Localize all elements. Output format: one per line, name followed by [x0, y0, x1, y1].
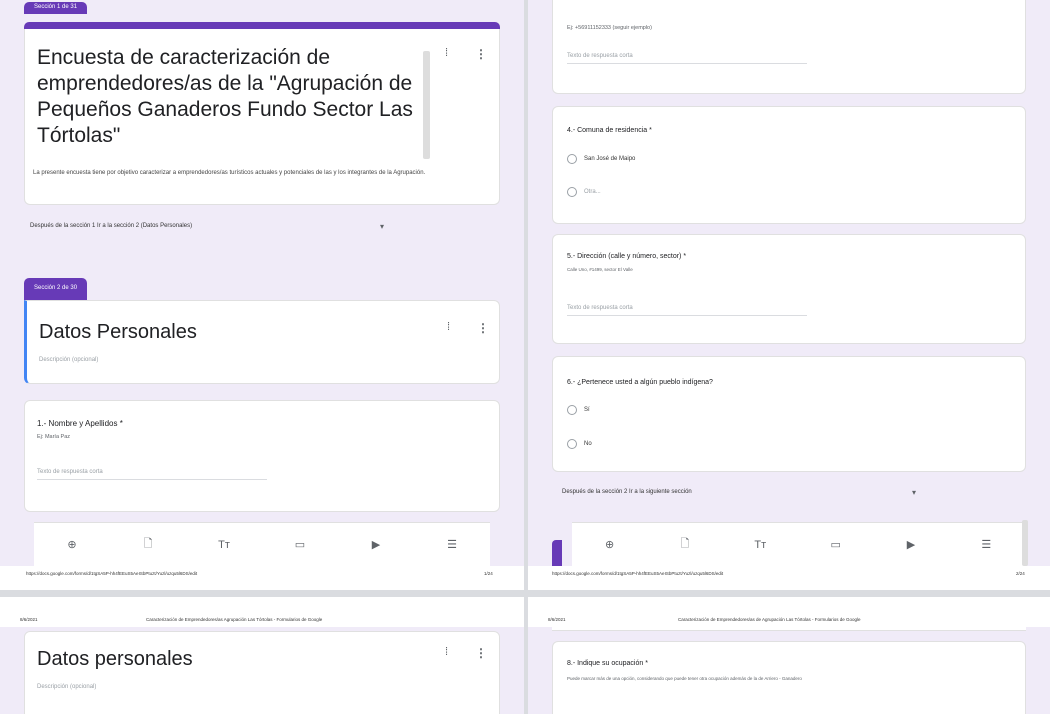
add-video-icon[interactable]: ▶	[367, 538, 385, 551]
print-page-header: Caracterización de Emprendedores/as Agru…	[146, 617, 323, 622]
option-otra[interactable]: Otra...	[567, 187, 601, 197]
form-title[interactable]: Encuesta de caracterización de emprended…	[37, 45, 427, 149]
page-number: 2/24	[1016, 571, 1025, 576]
option-no[interactable]: No	[567, 439, 592, 449]
radio-button[interactable]	[567, 439, 577, 449]
vertical-divider	[524, 0, 528, 714]
print-date: 8/6/2021	[20, 617, 38, 622]
page-3-screenshot: 8/6/2021 Caracterización de Emprendedore…	[0, 597, 524, 714]
question-6-label: 6.- ¿Pertenece usted a algún pueblo indí…	[567, 379, 713, 386]
page-4-screenshot: 8/6/2021 Caracterización de Emprendedore…	[528, 597, 1050, 714]
after-section-1-navigation: Después de la sección 1 Ir a la sección …	[30, 223, 193, 229]
question-card-8[interactable]: 8.- Indique su ocupación * Puede marcar …	[552, 641, 1026, 714]
page-2-screenshot: Ej: +56911152333 (seguir ejemplo) Texto …	[528, 0, 1050, 590]
radio-button[interactable]	[567, 187, 577, 197]
drag-handle-icon[interactable]: ⁞	[447, 321, 450, 333]
print-footer	[0, 566, 524, 590]
add-title-icon[interactable]: Tт	[751, 539, 769, 551]
more-options-icon[interactable]: ⋮	[475, 646, 487, 660]
section-description[interactable]: Descripción (opcional)	[37, 684, 96, 690]
section-header-card[interactable]: Datos personales Descripción (opcional) …	[24, 631, 500, 714]
question-8-hint: Puede marcar más de una opción, consider…	[567, 676, 802, 681]
form-description[interactable]: La presente encuesta tiene por objetivo …	[33, 169, 493, 177]
page-1-screenshot: Sección 1 de 31 Encuesta de caracterizac…	[0, 0, 524, 590]
page-url: https://docs.google.com/forms/d/1tgSA5P-…	[552, 571, 724, 576]
add-image-icon[interactable]: ▭	[291, 538, 309, 551]
question-card-5[interactable]: 5.- Dirección (calle y número, sector) *…	[552, 234, 1026, 344]
section-title[interactable]: Datos personales	[37, 648, 193, 671]
page-scrollbar[interactable]	[1022, 520, 1028, 566]
page-url: https://docs.google.com/forms/d/1tgSA5P-…	[26, 571, 198, 576]
title-scrollbar[interactable]	[423, 51, 430, 159]
more-options-icon[interactable]: ⋮	[477, 321, 489, 335]
option-san-jose-de-maipo[interactable]: San José de Maipo	[567, 154, 635, 164]
radio-button[interactable]	[567, 405, 577, 415]
question-1-hint: Ej: María Paz	[37, 434, 71, 440]
after-section-2-navigation: Después de la sección 2 Ir a la siguient…	[562, 489, 692, 495]
question-3-hint: Ej: +56911152333 (seguir ejemplo)	[567, 25, 652, 31]
section-1-tab: Sección 1 de 31	[24, 2, 88, 14]
section-2-description[interactable]: Descripción (opcional)	[39, 357, 98, 363]
section-2-title[interactable]: Datos Personales	[39, 321, 197, 344]
question-3-answer-field[interactable]: Texto de respuesta corta	[567, 53, 807, 64]
add-section-icon[interactable]: ☰	[977, 538, 995, 551]
section-3-tab-stub	[552, 540, 562, 566]
add-title-icon[interactable]: Tт	[215, 539, 233, 551]
previous-card-edge	[552, 627, 1026, 631]
add-items-toolbar: ⊕ 🗋 Tт ▭ ▶ ☰	[34, 522, 490, 566]
chevron-down-icon[interactable]: ▾	[380, 222, 384, 231]
question-4-label: 4.- Comuna de residencia *	[567, 127, 652, 134]
print-footer	[528, 566, 1050, 590]
import-questions-icon[interactable]: 🗋	[676, 535, 694, 554]
page-number: 1/24	[484, 571, 493, 576]
option-si[interactable]: Sí	[567, 405, 590, 415]
add-image-icon[interactable]: ▭	[827, 538, 845, 551]
add-items-toolbar: ⊕ 🗋 Tт ▭ ▶ ☰	[572, 522, 1024, 566]
question-1-label: 1.- Nombre y Apellidos *	[37, 419, 123, 428]
question-8-label: 8.- Indique su ocupación *	[567, 660, 648, 667]
chevron-down-icon[interactable]: ▾	[912, 488, 916, 497]
radio-button[interactable]	[567, 154, 577, 164]
question-5-label: 5.- Dirección (calle y número, sector) *	[567, 253, 687, 260]
question-1-answer-field[interactable]: Texto de respuesta corta	[37, 469, 267, 480]
question-card-1[interactable]: 1.- Nombre y Apellidos * Ej: María Paz T…	[24, 400, 500, 512]
question-card-6[interactable]: 6.- ¿Pertenece usted a algún pueblo indí…	[552, 356, 1026, 472]
drag-handle-icon[interactable]: ⁞	[445, 646, 448, 658]
print-page-header: Caracterización de Emprendedores/as de A…	[678, 617, 861, 622]
add-section-icon[interactable]: ☰	[443, 538, 461, 551]
add-video-icon[interactable]: ▶	[902, 538, 920, 551]
more-options-icon[interactable]: ⋮	[475, 47, 487, 61]
drag-handle-icon[interactable]: ⁞	[445, 47, 448, 59]
question-card-4[interactable]: 4.- Comuna de residencia * San José de M…	[552, 106, 1026, 224]
add-question-icon[interactable]: ⊕	[63, 538, 81, 551]
print-date: 8/6/2021	[548, 617, 566, 622]
add-question-icon[interactable]: ⊕	[601, 538, 619, 551]
section-2-header-card[interactable]: Datos Personales Descripción (opcional) …	[24, 300, 500, 384]
question-5-answer-field[interactable]: Texto de respuesta corta	[567, 305, 807, 316]
section-2-tab: Sección 2 de 30	[24, 278, 88, 300]
horizontal-divider	[0, 590, 1050, 597]
form-header-card[interactable]: Encuesta de caracterización de emprended…	[24, 29, 500, 205]
question-card-3[interactable]: Ej: +56911152333 (seguir ejemplo) Texto …	[552, 0, 1026, 94]
question-5-hint: Calle Uno, #1499, sector El Valle	[567, 267, 633, 272]
import-questions-icon[interactable]: 🗋	[139, 535, 157, 554]
